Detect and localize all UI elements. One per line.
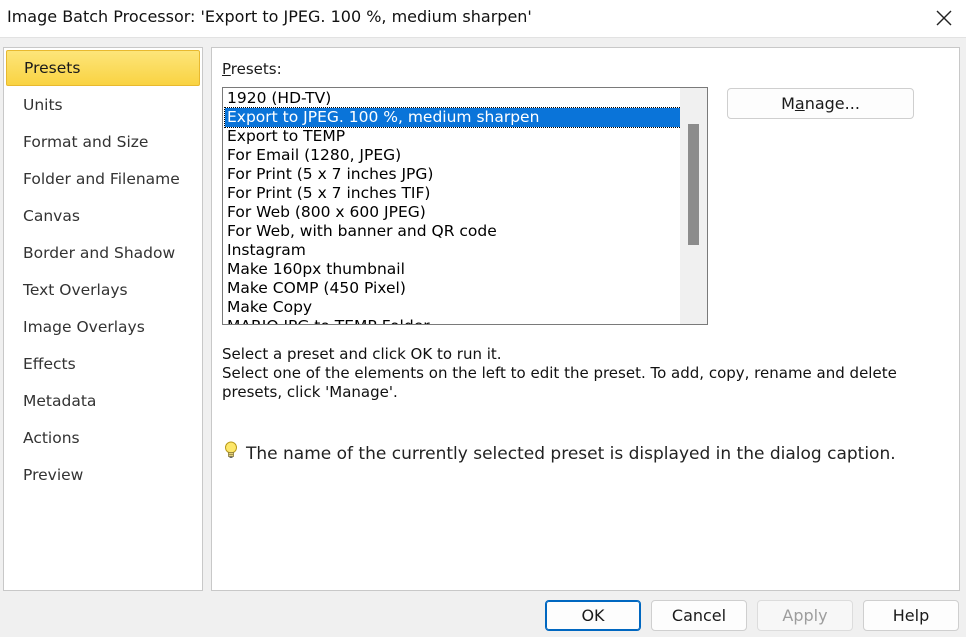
lightbulb-icon <box>222 440 240 467</box>
list-item[interactable]: MARIO JPG to TEMP Folder <box>225 317 681 324</box>
list-item[interactable]: For Print (5 x 7 inches JPG) <box>225 165 681 184</box>
settings-nav: Presets Units Format and Size Folder and… <box>3 47 203 591</box>
nav-item-canvas[interactable]: Canvas <box>6 198 200 234</box>
list-item[interactable]: 1920 (HD-TV) <box>225 89 681 108</box>
nav-item-effects[interactable]: Effects <box>6 346 200 382</box>
close-icon <box>936 10 952 26</box>
nav-item-presets[interactable]: Presets <box>6 50 200 86</box>
cancel-button[interactable]: Cancel <box>651 600 747 631</box>
nav-item-text-overlays[interactable]: Text Overlays <box>6 272 200 308</box>
presets-label-accelerator: P <box>222 60 231 78</box>
list-item[interactable]: Make COMP (450 Pixel) <box>225 279 681 298</box>
close-button[interactable] <box>922 0 966 36</box>
list-item[interactable]: For Print (5 x 7 inches TIF) <box>225 184 681 203</box>
tip-text: The name of the currently selected prese… <box>246 444 896 464</box>
apply-button[interactable]: Apply <box>757 600 853 631</box>
list-item[interactable]: For Web, with banner and QR code <box>225 222 681 241</box>
list-item[interactable]: Make Copy <box>225 298 681 317</box>
description-line-1: Select a preset and click OK to run it. <box>222 345 502 363</box>
ok-button[interactable]: OK <box>545 600 641 631</box>
help-button[interactable]: Help <box>863 600 959 631</box>
window-title: Image Batch Processor: 'Export to JPEG. … <box>7 7 532 26</box>
presets-label: Presets: <box>222 60 282 78</box>
manage-button-accelerator: a <box>794 94 805 113</box>
presets-scrollbar-thumb[interactable] <box>688 124 699 245</box>
list-item[interactable]: Export to TEMP <box>225 127 681 146</box>
presets-label-text: resets: <box>230 60 282 78</box>
manage-button-label-start: M <box>781 94 795 113</box>
nav-item-preview[interactable]: Preview <box>6 457 200 493</box>
list-item[interactable]: For Web (800 x 600 JPEG) <box>225 203 681 222</box>
nav-item-format-and-size[interactable]: Format and Size <box>6 124 200 160</box>
title-bar: Image Batch Processor: 'Export to JPEG. … <box>0 0 966 38</box>
list-item[interactable]: Make 160px thumbnail <box>225 260 681 279</box>
list-item[interactable]: Instagram <box>225 241 681 260</box>
nav-item-units[interactable]: Units <box>6 87 200 123</box>
nav-item-image-overlays[interactable]: Image Overlays <box>6 309 200 345</box>
description-line-2: Select one of the elements on the left t… <box>222 364 897 401</box>
nav-item-actions[interactable]: Actions <box>6 420 200 456</box>
description-text: Select a preset and click OK to run it. … <box>222 345 942 402</box>
manage-button[interactable]: Manage... <box>727 88 914 119</box>
nav-item-metadata[interactable]: Metadata <box>6 383 200 419</box>
nav-item-folder-and-filename[interactable]: Folder and Filename <box>6 161 200 197</box>
manage-button-label-end: nage... <box>804 94 860 113</box>
list-item-selected[interactable]: Export to JPEG. 100 %, medium sharpen <box>224 107 682 128</box>
list-item[interactable]: For Email (1280, JPEG) <box>225 146 681 165</box>
presets-listbox[interactable]: 1920 (HD-TV) Export to JPEG. 100 %, medi… <box>222 87 708 325</box>
nav-item-border-and-shadow[interactable]: Border and Shadow <box>6 235 200 271</box>
